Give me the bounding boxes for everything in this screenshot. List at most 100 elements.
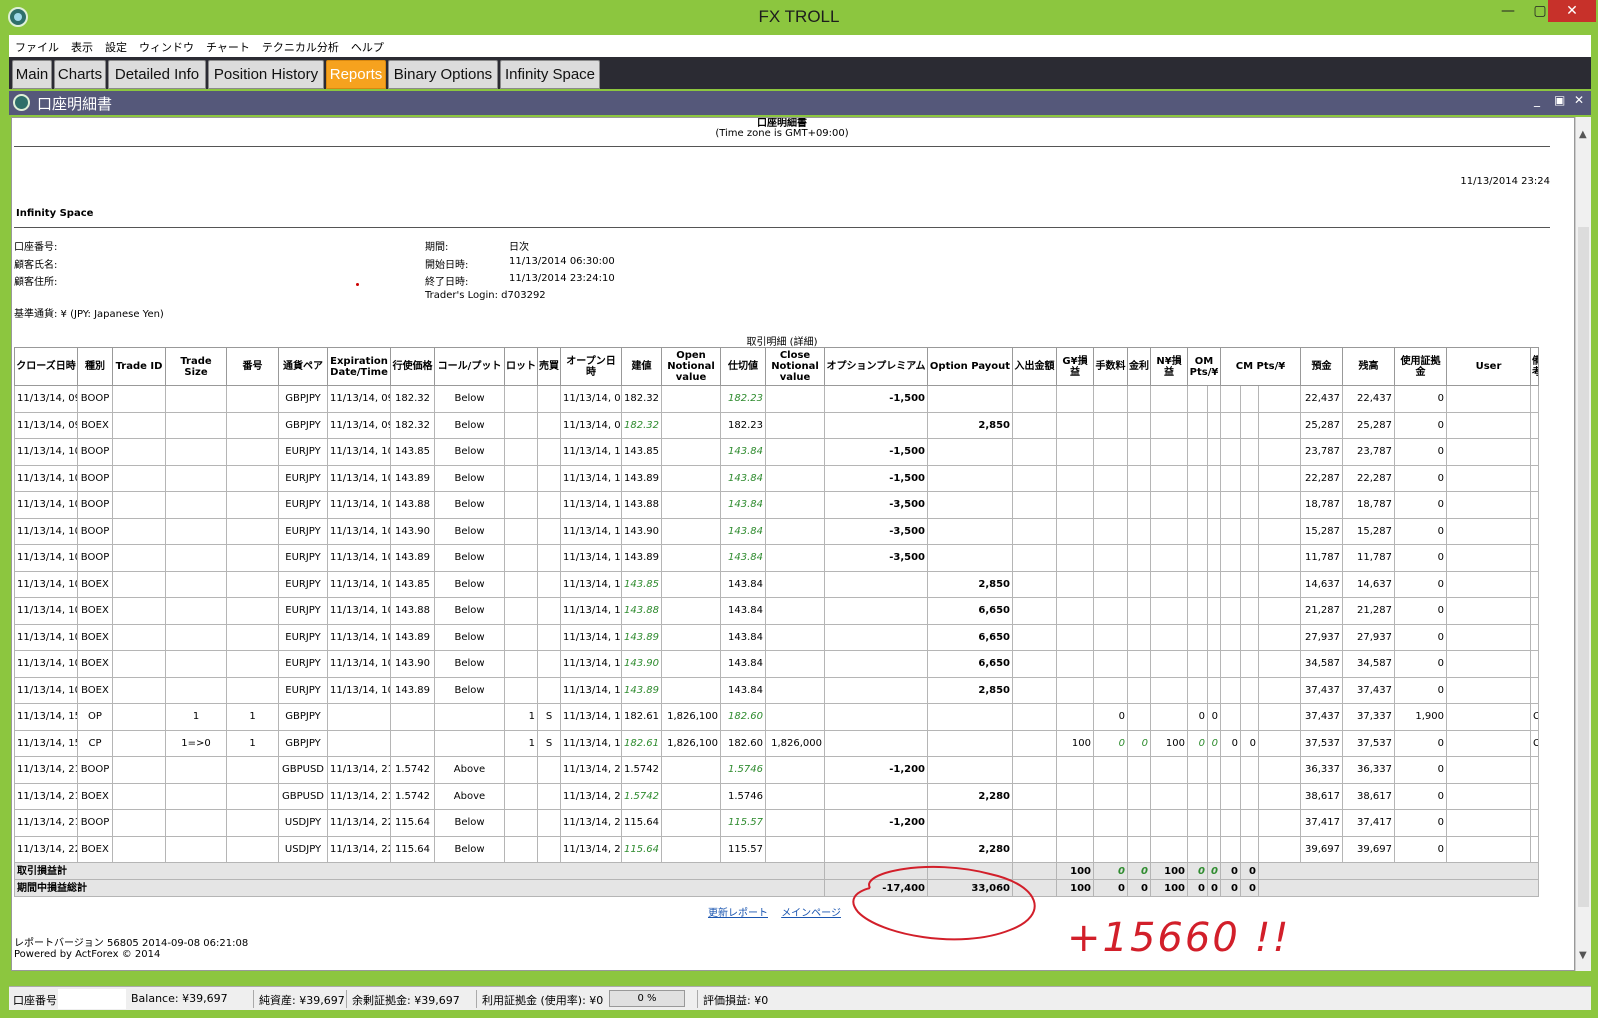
table-cell: GBPUSD	[278, 756, 328, 784]
table-cell	[1258, 570, 1302, 598]
main-page-link[interactable]: メインページ	[781, 908, 841, 919]
column-header[interactable]: 備考	[1530, 347, 1539, 386]
menu-item[interactable]: チャート	[200, 35, 256, 55]
tab-reports[interactable]: Reports	[326, 60, 386, 89]
table-cell	[504, 385, 538, 413]
account-number-field[interactable]	[58, 989, 126, 1009]
table-cell	[165, 809, 227, 837]
table-row[interactable]: 11/13/14, 21:52:59BOOPUSDJPY11/13/14, 22…	[14, 809, 1539, 837]
column-header[interactable]: CM Pts/¥	[1220, 347, 1302, 386]
table-cell	[504, 411, 538, 439]
tab-detailed-info[interactable]: Detailed Info	[108, 60, 206, 89]
table-cell: 143.89	[390, 464, 435, 492]
table-cell	[165, 623, 227, 651]
column-header[interactable]: OM Pts/¥	[1186, 347, 1222, 386]
column-header[interactable]: 種別	[77, 347, 113, 386]
table-cell: 11/13/14, 21:10:00	[327, 782, 391, 810]
panel-close-icon[interactable]: ✕	[1574, 93, 1584, 107]
tab-position-history[interactable]: Position History	[208, 60, 324, 89]
column-header[interactable]: User	[1446, 347, 1532, 386]
column-header[interactable]: コール/プット	[434, 347, 505, 386]
table-row[interactable]: 11/13/14, 09:01:29BOOPGBPJPY11/13/14, 09…	[14, 385, 1539, 413]
table-cell	[824, 570, 928, 598]
table-row[interactable]: 11/13/14, 10:43:21BOOPEURJPY11/13/14, 10…	[14, 438, 1539, 466]
column-header[interactable]: 仕切値	[720, 347, 766, 386]
tab-binary-options[interactable]: Binary Options	[388, 60, 498, 89]
update-report-link[interactable]: 更新レポート	[708, 908, 768, 919]
column-header[interactable]: Option Payout	[927, 347, 1013, 386]
close-button[interactable]: ✕	[1548, 0, 1596, 22]
table-row[interactable]: 11/13/14, 15:06:46CP1=>01GBPJPY1S11/13/1…	[14, 729, 1539, 757]
column-header[interactable]: Expiration Date/Time	[327, 347, 391, 386]
tab-charts[interactable]: Charts	[54, 60, 106, 89]
table-row[interactable]: 11/13/14, 10:43:49BOOPEURJPY11/13/14, 10…	[14, 517, 1539, 545]
menu-item[interactable]: ヘルプ	[345, 35, 390, 55]
table-row[interactable]: 11/13/14, 10:44:00BOOPEURJPY11/13/14, 10…	[14, 544, 1539, 572]
table-cell	[1206, 464, 1222, 492]
table-row[interactable]: 11/13/14, 09:10:03BOEXGBPJPY11/13/14, 09…	[14, 411, 1539, 439]
table-cell	[537, 782, 561, 810]
column-header[interactable]: 通貨ペア	[278, 347, 328, 386]
column-header[interactable]: 番号	[226, 347, 279, 386]
column-header[interactable]: Trade ID	[112, 347, 166, 386]
column-header[interactable]: クローズ日時	[14, 347, 78, 386]
panel-minimize-icon[interactable]: _	[1534, 93, 1540, 107]
column-header[interactable]: 残高	[1342, 347, 1396, 386]
column-header[interactable]: 建値	[621, 347, 662, 386]
table-cell: 11/13/14, 10:44:00	[14, 544, 78, 572]
column-header[interactable]: 行使価格	[390, 347, 435, 386]
table-cell	[165, 385, 227, 413]
column-header[interactable]: N¥損益	[1150, 347, 1188, 386]
column-header[interactable]: オープン日時	[560, 347, 622, 386]
table-cell	[112, 676, 166, 704]
minimize-button[interactable]: —	[1492, 0, 1524, 22]
table-row[interactable]: 11/13/14, 10:50:03BOEXEURJPY11/13/14, 10…	[14, 650, 1539, 678]
table-cell: 11/13/14, 10:43:44	[14, 491, 78, 519]
table-row[interactable]: 11/13/14, 10:43:37BOOPEURJPY11/13/14, 10…	[14, 464, 1539, 492]
column-header[interactable]: 手数料	[1093, 347, 1128, 386]
column-header[interactable]: ロット	[504, 347, 538, 386]
column-header[interactable]: 金利	[1127, 347, 1151, 386]
table-row[interactable]: 11/13/14, 10:50:03BOEXEURJPY11/13/14, 10…	[14, 676, 1539, 704]
column-header[interactable]: Close Notional value	[765, 347, 825, 386]
table-cell	[165, 835, 227, 863]
table-cell	[1127, 597, 1151, 625]
scroll-down-icon[interactable]: ▼	[1579, 950, 1587, 961]
table-row[interactable]: 11/13/14, 22:00:03BOEX USDJPY11/13/14, 22…	[14, 835, 1539, 863]
column-header[interactable]: オプションプレミアム	[824, 347, 928, 386]
menu-item[interactable]: 設定	[99, 35, 133, 55]
column-header[interactable]: Trade Size	[165, 347, 227, 386]
column-header[interactable]: 入出金額	[1012, 347, 1057, 386]
column-header[interactable]: 使用証拠金	[1394, 347, 1448, 386]
column-header[interactable]: Open Notional value	[661, 347, 721, 386]
table-row[interactable]: 11/13/14, 21:10:03BOEXGBPUSD11/13/14, 21…	[14, 782, 1539, 810]
tab-infinity-space[interactable]: Infinity Space	[500, 60, 600, 89]
table-cell	[226, 411, 279, 439]
menu-item[interactable]: ウィンドウ	[133, 35, 200, 55]
column-header[interactable]: 売買	[537, 347, 561, 386]
table-cell: 22,437	[1342, 385, 1396, 413]
panel-maximize-icon[interactable]: ▣	[1554, 93, 1565, 107]
table-row[interactable]: 11/13/14, 10:50:03BOEXEURJPY11/13/14, 10…	[14, 623, 1539, 651]
table-row[interactable]: 11/13/14, 10:50:03BOEXEURJPY11/13/14, 10…	[14, 570, 1539, 598]
table-cell	[1446, 676, 1532, 704]
divider	[346, 990, 347, 1008]
scroll-up-icon[interactable]: ▲	[1579, 129, 1587, 140]
table-cell: 11/13/14, 10:50:03	[14, 623, 78, 651]
table-row[interactable]: 11/13/14, 10:50:03BOEXEURJPY11/13/14, 10…	[14, 597, 1539, 625]
table-cell: 1	[504, 703, 538, 731]
table-cell	[1220, 650, 1242, 678]
vertical-scrollbar[interactable]: ▲ ▼	[1575, 117, 1591, 971]
menu-item[interactable]: 表示	[65, 35, 99, 55]
column-header[interactable]: 預金	[1300, 347, 1344, 386]
table-cell	[112, 809, 166, 837]
table-row[interactable]: 11/13/14, 15:05:23OP11GBPJPY1S11/13/14, …	[14, 703, 1539, 731]
table-row[interactable]: 11/13/14, 10:43:44BOOPEURJPY11/13/14, 10…	[14, 491, 1539, 519]
table-cell	[765, 385, 825, 413]
menu-item[interactable]: ファイル	[9, 35, 65, 55]
menu-item[interactable]: テクニカル分析	[256, 35, 345, 55]
tab-main[interactable]: Main	[12, 60, 52, 89]
column-header[interactable]: G¥損益	[1056, 347, 1094, 386]
scroll-thumb[interactable]	[1578, 227, 1589, 907]
table-row[interactable]: 11/13/14, 21:04:44BOOPGBPUSD11/13/14, 21…	[14, 756, 1539, 784]
